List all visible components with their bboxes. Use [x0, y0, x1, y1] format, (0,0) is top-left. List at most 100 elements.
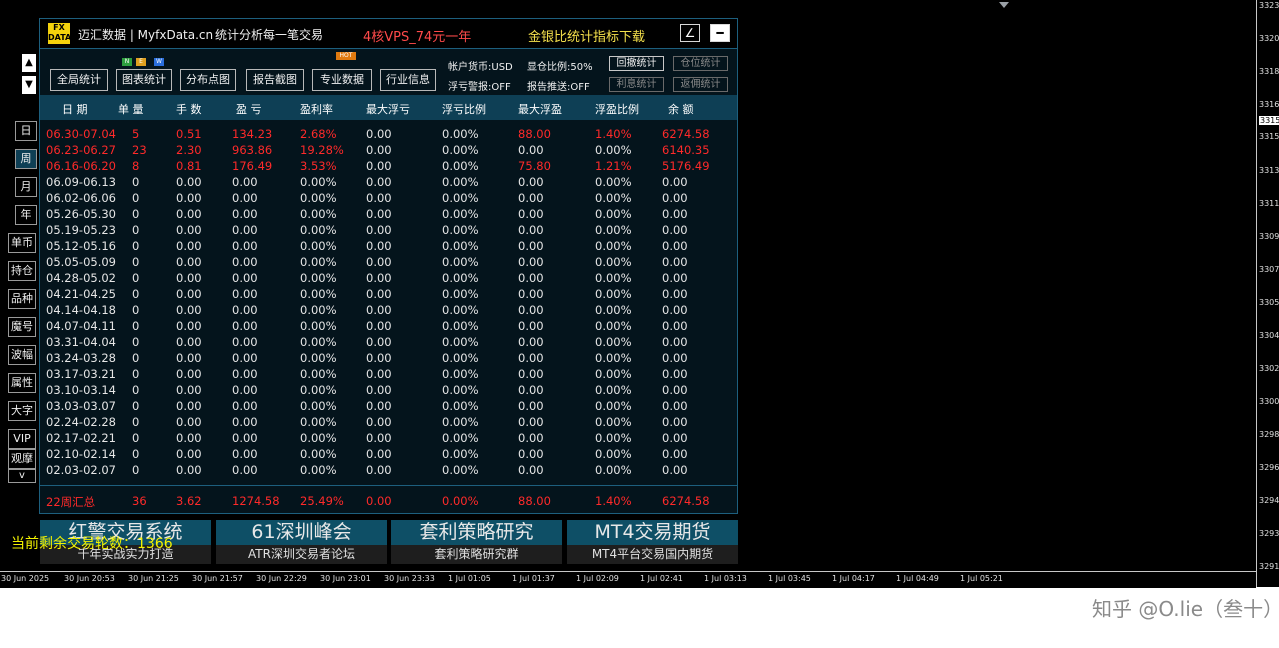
position-stats-button[interactable]: 仓位统计 — [673, 56, 728, 71]
table-row[interactable]: 02.03-02.07 0 0.00 0.00 0.00% 0.00 0.00% 0.00 0.… — [40, 462, 737, 478]
column-header-2[interactable]: 单 量 — [118, 101, 144, 117]
side-button-12[interactable]: VIP — [8, 429, 36, 449]
indicator-download-link[interactable]: 金银比统计指标下载 — [528, 26, 645, 45]
table-cell: 0.00 — [176, 207, 202, 221]
price-label: 3323 — [1259, 1, 1279, 10]
time-label: 1 Jul 02:41 — [640, 574, 683, 583]
slogan: 统计分析每一笔交易 — [215, 28, 324, 42]
side-button-8[interactable]: 魔号 — [8, 317, 36, 337]
nav-button-5[interactable]: 专业数据 — [312, 69, 372, 91]
table-cell: 0.00% — [442, 175, 479, 189]
nav-button-2[interactable]: 图表统计 — [116, 69, 172, 91]
time-label: 30 Jun 21:57 — [192, 574, 243, 583]
table-row[interactable]: 06.23-06.27 23 2.30 963.86 19.28% 0.00 0.00% 0.… — [40, 142, 737, 158]
column-header-4[interactable]: 盈 亏 — [236, 101, 262, 117]
float-loss-alert: 浮亏警报:OFF — [448, 82, 511, 93]
table-row[interactable]: 03.24-03.28 0 0.00 0.00 0.00% 0.00 0.00% 0.00 0.… — [40, 350, 737, 366]
price-label: 3315 — [1259, 132, 1279, 141]
table-row[interactable]: 05.26-05.30 0 0.00 0.00 0.00% 0.00 0.00% 0.00 0.… — [40, 206, 737, 222]
column-header-5[interactable]: 盈利率 — [300, 101, 333, 117]
column-header-8[interactable]: 最大浮盈 — [518, 101, 562, 117]
chevron-down-icon[interactable]: v — [8, 469, 36, 483]
table-header: 日 期 单 量 手 数 盈 亏 盈利率 最大浮亏 浮亏比例 最大浮盈 浮盈比例 余 额 — [40, 95, 737, 120]
nav-button-1[interactable]: 全局统计 — [50, 69, 108, 91]
vps-promo-link[interactable]: 4核VPS_74元一年 — [363, 26, 471, 45]
table-row[interactable]: 06.09-06.13 0 0.00 0.00 0.00% 0.00 0.00% 0.00 0.… — [40, 174, 737, 190]
ad-banner-3[interactable]: 套利策略研究 套利策略研究群 — [391, 520, 562, 564]
table-cell: 0.00% — [595, 367, 632, 381]
ad-banner-2[interactable]: 61深圳峰会 ATR深圳交易者论坛 — [216, 520, 387, 564]
new-badge-e: E — [136, 58, 146, 66]
table-cell: 0.00% — [595, 287, 632, 301]
column-header-3[interactable]: 手 数 — [176, 101, 202, 117]
edit-icon[interactable]: ∠ — [680, 24, 700, 42]
brand-title[interactable]: 迈汇数据 | MyfxData.cn — [78, 26, 213, 43]
column-header-7[interactable]: 浮亏比例 — [442, 101, 486, 117]
table-cell: 0 — [132, 271, 140, 285]
table-cell: 0 — [132, 207, 140, 221]
table-row[interactable]: 04.28-05.02 0 0.00 0.00 0.00% 0.00 0.00% 0.00 0.… — [40, 270, 737, 286]
column-header-1[interactable]: 日 期 — [62, 101, 88, 117]
table-cell: 0.00 — [232, 351, 258, 365]
rebate-stats-button[interactable]: 返佣统计 — [673, 77, 728, 92]
nav-button-6[interactable]: 行业信息 — [380, 69, 436, 91]
scroll-up-arrow-icon[interactable]: ▲ — [22, 54, 36, 72]
side-button-5[interactable]: 单币 — [8, 233, 36, 253]
side-button-13[interactable]: 观摩 — [8, 449, 36, 469]
time-label: 1 Jul 03:13 — [704, 574, 747, 583]
side-button-1[interactable]: 日 — [15, 121, 37, 141]
table-row[interactable]: 02.10-02.14 0 0.00 0.00 0.00% 0.00 0.00% 0.00 0.… — [40, 446, 737, 462]
side-button-11[interactable]: 大字 — [8, 401, 36, 421]
summary-values: 22周汇总 36 3.62 1274.58 25.49% 0.00 0.00% 88.00 1.… — [40, 493, 737, 509]
fxdata-logo: FX DATA — [48, 23, 71, 44]
table-cell: 0.00 — [176, 447, 202, 461]
table-row[interactable]: 03.10-03.14 0 0.00 0.00 0.00% 0.00 0.00% 0.00 0.… — [40, 382, 737, 398]
side-button-7[interactable]: 品种 — [8, 289, 36, 309]
table-cell: 0.00% — [300, 463, 337, 477]
table-row[interactable]: 02.24-02.28 0 0.00 0.00 0.00% 0.00 0.00% 0.00 0.… — [40, 414, 737, 430]
table-row[interactable]: 04.21-04.25 0 0.00 0.00 0.00% 0.00 0.00% 0.00 0.… — [40, 286, 737, 302]
time-label: 1 Jul 01:05 — [448, 574, 491, 583]
table-cell: 0.00% — [300, 223, 337, 237]
summary-cell: 25.49% — [300, 494, 344, 508]
column-header-10[interactable]: 余 额 — [668, 101, 694, 117]
table-row[interactable]: 06.30-07.04 5 0.51 134.23 2.68% 0.00 0.00% 88.0… — [40, 126, 737, 142]
table-row[interactable]: 03.03-03.07 0 0.00 0.00 0.00% 0.00 0.00% 0.00 0.… — [40, 398, 737, 414]
table-cell: 0.00% — [595, 191, 632, 205]
table-cell: 0.00 — [366, 463, 392, 477]
side-button-2[interactable]: 周 — [15, 149, 37, 169]
table-row[interactable]: 05.05-05.09 0 0.00 0.00 0.00% 0.00 0.00% 0.00 0.… — [40, 254, 737, 270]
banner-title: 61深圳峰会 — [216, 520, 387, 545]
table-cell: 176.49 — [232, 159, 273, 173]
table-row[interactable]: 03.31-04.04 0 0.00 0.00 0.00% 0.00 0.00% 0.00 0.… — [40, 334, 737, 350]
side-button-4[interactable]: 年 — [15, 205, 37, 225]
interest-stats-button[interactable]: 利息统计 — [609, 77, 664, 92]
table-cell: 05.12-05.16 — [46, 239, 116, 253]
side-button-10[interactable]: 属性 — [8, 373, 36, 393]
table-cell: 0.00% — [595, 399, 632, 413]
table-row[interactable]: 05.12-05.16 0 0.00 0.00 0.00% 0.00 0.00% 0.00 0.… — [40, 238, 737, 254]
table-row[interactable]: 06.16-06.20 8 0.81 176.49 3.53% 0.00 0.00% 75.8… — [40, 158, 737, 174]
chart-shift-marker-icon[interactable] — [999, 2, 1009, 8]
table-row[interactable]: 04.14-04.18 0 0.00 0.00 0.00% 0.00 0.00% 0.00 0.… — [40, 302, 737, 318]
side-button-3[interactable]: 月 — [15, 177, 37, 197]
nav-button-4[interactable]: 报告截图 — [246, 69, 304, 91]
drawdown-stats-button[interactable]: 回撤统计 — [609, 56, 664, 71]
column-header-9[interactable]: 浮盈比例 — [595, 101, 639, 117]
scroll-down-arrow-icon[interactable]: ▼ — [22, 76, 36, 94]
side-button-9[interactable]: 波幅 — [8, 345, 36, 365]
minimize-button[interactable]: ━ — [710, 24, 730, 42]
table-row[interactable]: 05.19-05.23 0 0.00 0.00 0.00% 0.00 0.00% 0.00 0.… — [40, 222, 737, 238]
ad-banner-4[interactable]: MT4交易期货 MT4平台交易国内期货 — [567, 520, 738, 564]
table-row[interactable]: 04.07-04.11 0 0.00 0.00 0.00% 0.00 0.00% 0.00 0.… — [40, 318, 737, 334]
table-row[interactable]: 03.17-03.21 0 0.00 0.00 0.00% 0.00 0.00% 0.00 0.… — [40, 366, 737, 382]
table-cell: 0.00% — [300, 399, 337, 413]
table-row[interactable]: 06.02-06.06 0 0.00 0.00 0.00% 0.00 0.00% 0.00 0.… — [40, 190, 737, 206]
column-header-6[interactable]: 最大浮亏 — [366, 101, 410, 117]
table-cell: 0.00% — [442, 415, 479, 429]
table-cell: 0.00% — [595, 335, 632, 349]
side-button-6[interactable]: 持仓 — [8, 261, 36, 281]
table-row[interactable]: 02.17-02.21 0 0.00 0.00 0.00% 0.00 0.00% 0.00 0.… — [40, 430, 737, 446]
table-cell: 03.31-04.04 — [46, 335, 116, 349]
nav-button-3[interactable]: 分布点图 — [180, 69, 236, 91]
